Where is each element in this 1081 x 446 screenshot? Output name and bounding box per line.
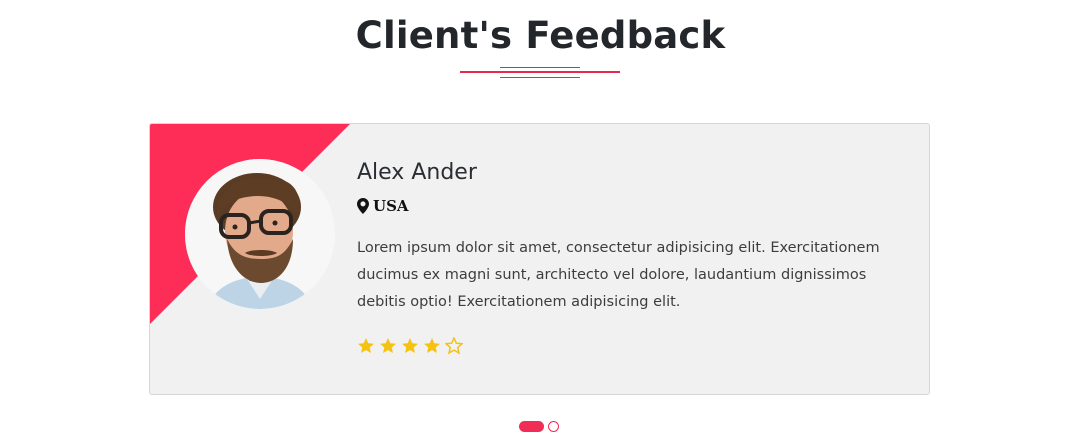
review-text: Lorem ipsum dolor sit amet, consectetur … bbox=[357, 240, 880, 310]
client-name: Alex Ander bbox=[357, 160, 477, 185]
carousel-pagination bbox=[519, 421, 559, 432]
feedback-section: Client's Feedback Alex Ander USA Lorem i… bbox=[0, 0, 1081, 446]
star-filled-icon bbox=[380, 338, 396, 353]
star-filled-icon bbox=[358, 338, 374, 353]
star-outline-icon bbox=[445, 337, 463, 355]
title-underline-main bbox=[460, 71, 620, 73]
star-rating bbox=[357, 337, 467, 355]
carousel-dot[interactable] bbox=[548, 421, 559, 432]
star-filled-icon bbox=[402, 338, 418, 353]
map-pin-icon bbox=[357, 198, 369, 214]
testimonial-card: Alex Ander USA Lorem ipsum dolor sit ame… bbox=[149, 123, 930, 395]
star-filled-icon bbox=[424, 338, 440, 353]
title-underline-bottom bbox=[500, 77, 580, 78]
client-location: USA bbox=[357, 197, 409, 215]
avatar-portrait-icon bbox=[185, 159, 335, 309]
section-title: Client's Feedback bbox=[355, 14, 726, 57]
carousel-dot-active[interactable] bbox=[519, 421, 544, 432]
location-label: USA bbox=[373, 197, 409, 215]
avatar bbox=[185, 159, 335, 309]
title-underline-top bbox=[500, 67, 580, 68]
